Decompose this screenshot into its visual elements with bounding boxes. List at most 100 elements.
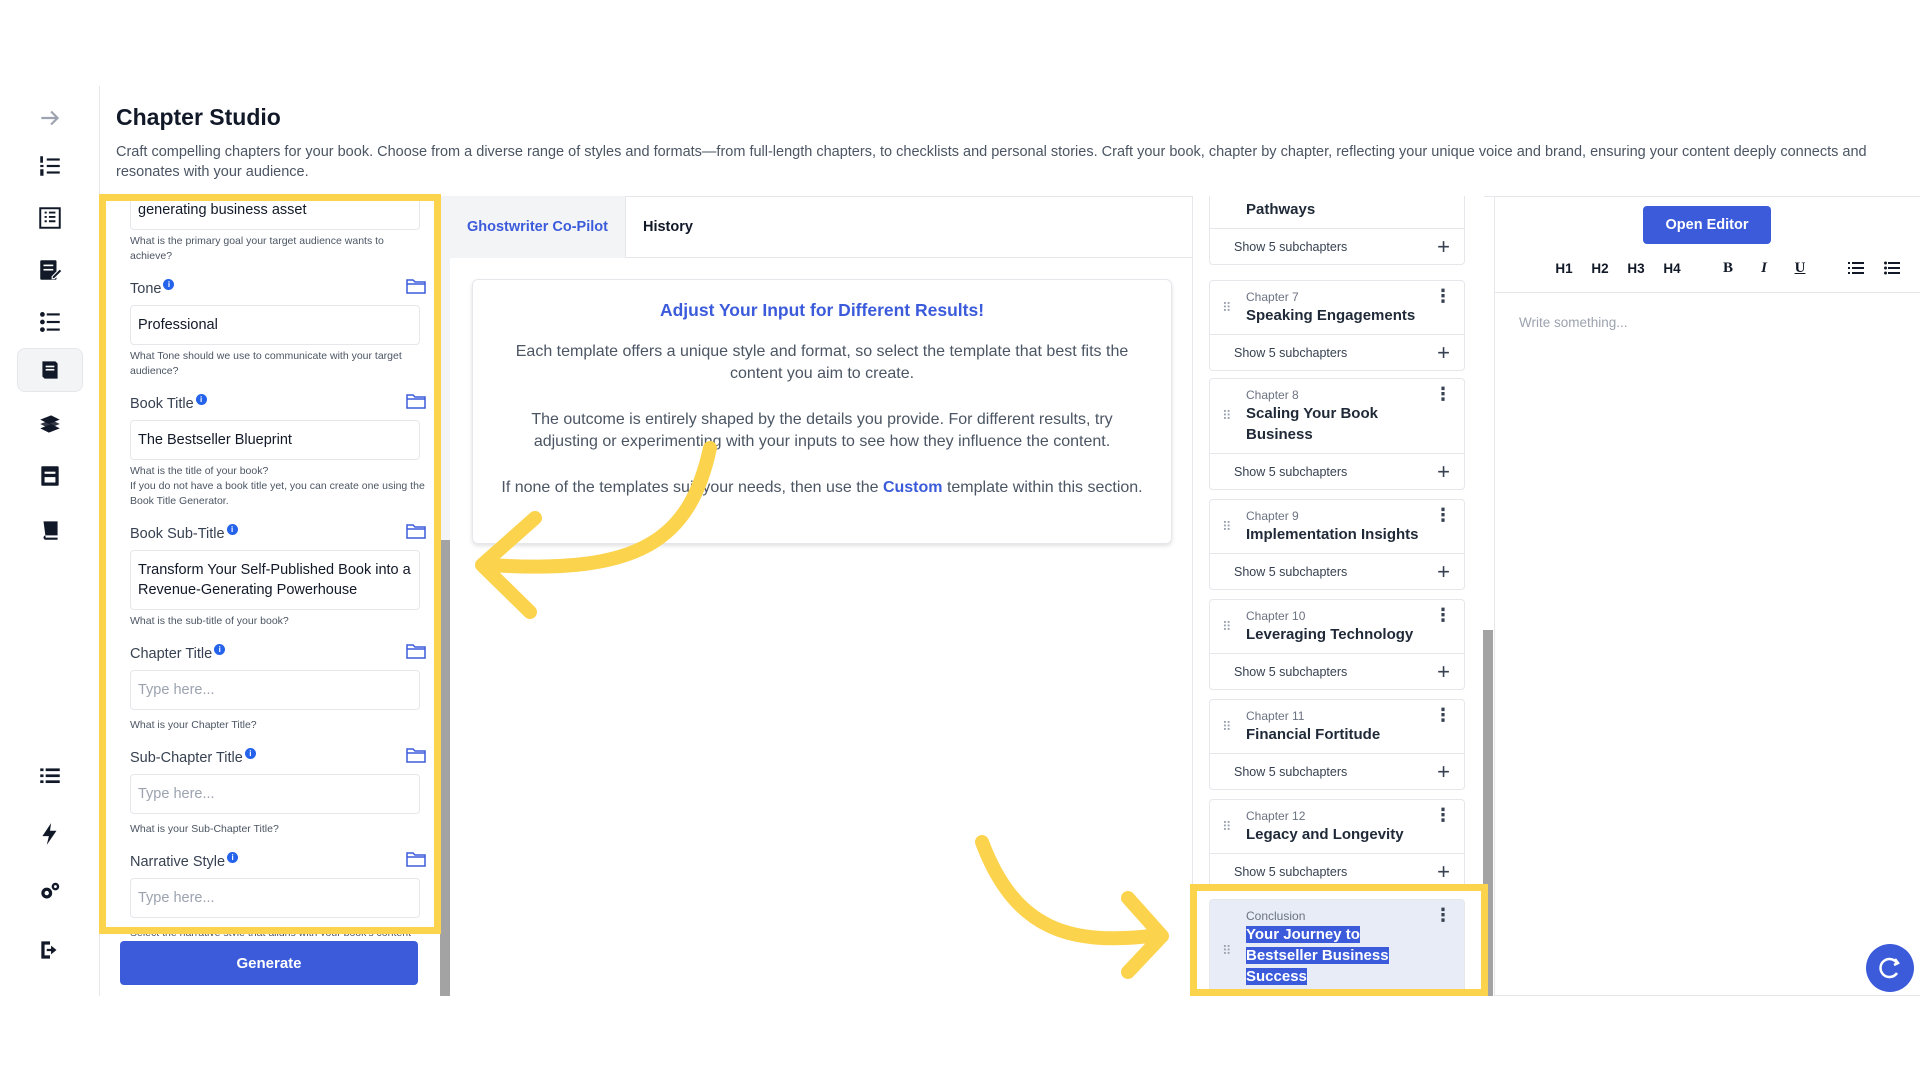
conclusion-card[interactable]: ⠿ Conclusion Your Journey to Bestseller … xyxy=(1209,899,1465,996)
italic-button[interactable]: I xyxy=(1751,256,1777,280)
tab-bar: Ghostwriter Co-Pilot History xyxy=(450,196,1192,258)
info-card-text: If none of the templates suit your needs… xyxy=(501,479,883,496)
subchapter-title-field[interactable]: Type here... xyxy=(130,774,420,814)
tab-history[interactable]: History xyxy=(626,196,710,258)
plus-icon[interactable]: + xyxy=(1437,340,1450,366)
list-icon[interactable] xyxy=(30,756,70,796)
info-icon[interactable]: i xyxy=(163,278,175,290)
arrow-right-icon[interactable] xyxy=(30,98,70,138)
chapter-card[interactable]: ⠿ Chapter 11 Financial Fortitude ⋮ Show … xyxy=(1209,699,1465,790)
checklist-icon[interactable] xyxy=(30,302,70,342)
books-stack-icon[interactable] xyxy=(30,404,70,444)
chapter-card[interactable]: Pathways Show 5 subchapters + xyxy=(1209,196,1465,265)
folder-icon[interactable] xyxy=(406,523,426,544)
numbered-list-icon[interactable] xyxy=(30,146,70,186)
plus-icon[interactable]: + xyxy=(1437,459,1450,485)
chapter-card[interactable]: ⠿ Chapter 7 Speaking Engagements ⋮ Show … xyxy=(1209,280,1465,371)
subchapter-title-label-text: Sub-Chapter Title xyxy=(130,749,243,766)
info-card-text: template within this section. xyxy=(942,479,1143,496)
kebab-menu-icon[interactable]: ⋮ xyxy=(1434,606,1452,624)
chapter-card[interactable]: ⠿ Chapter 10 Leveraging Technology ⋮ Sho… xyxy=(1209,599,1465,690)
show-subchapters[interactable]: Show 5 subchapters + xyxy=(1210,453,1464,489)
settings-icon[interactable] xyxy=(30,872,70,912)
goal-field[interactable]: generating business asset xyxy=(130,196,420,230)
info-icon[interactable]: i xyxy=(214,643,226,655)
kebab-menu-icon[interactable]: ⋮ xyxy=(1434,806,1452,824)
chapter-card[interactable]: ⠿ Chapter 9 Implementation Insights ⋮ Sh… xyxy=(1209,499,1465,590)
custom-link[interactable]: Custom xyxy=(883,479,943,496)
show-subchapters-label: Show 5 subchapters xyxy=(1234,864,1348,879)
editor-body[interactable]: Write something... xyxy=(1495,292,1920,996)
show-subchapters[interactable]: Show 5 subchapters + xyxy=(1210,653,1464,689)
book-subtitle-field[interactable]: Transform Your Self-Published Book into … xyxy=(130,550,420,610)
goal-help: What is the primary goal your target aud… xyxy=(130,235,384,262)
drag-handle-icon[interactable]: ⠿ xyxy=(1222,943,1231,959)
h3-button[interactable]: H3 xyxy=(1623,256,1649,280)
open-editor-button[interactable]: Open Editor xyxy=(1643,206,1771,244)
show-subchapters[interactable]: Show 5 subchapters + xyxy=(1210,853,1464,889)
chapter-title: Pathways xyxy=(1246,201,1316,218)
show-subchapters[interactable]: Show 5 subchapters + xyxy=(1210,553,1464,589)
folder-icon[interactable] xyxy=(406,393,426,414)
edit-document-icon[interactable] xyxy=(30,250,70,290)
plus-icon[interactable]: + xyxy=(1437,559,1450,585)
chapter-number: Chapter 11 xyxy=(1246,709,1305,723)
chapter-scrollbar-thumb[interactable] xyxy=(1483,630,1493,996)
drag-handle-icon[interactable]: ⠿ xyxy=(1222,408,1231,424)
folder-icon[interactable] xyxy=(406,278,426,299)
kebab-menu-icon[interactable]: ⋮ xyxy=(1434,706,1452,724)
form-scrollbar-thumb[interactable] xyxy=(440,540,450,996)
folder-icon[interactable] xyxy=(406,643,426,664)
help-chat-button[interactable] xyxy=(1866,944,1914,992)
kebab-menu-icon[interactable]: ⋮ xyxy=(1434,385,1452,403)
info-icon[interactable]: i xyxy=(195,393,207,405)
info-icon[interactable]: i xyxy=(226,523,238,535)
show-subchapters[interactable]: Show 5 subchapters + xyxy=(1210,334,1464,370)
underline-button[interactable]: U xyxy=(1787,256,1813,280)
info-icon[interactable]: i xyxy=(244,747,256,759)
lightning-icon[interactable] xyxy=(30,814,70,854)
info-icon[interactable]: i xyxy=(227,851,239,863)
kebab-menu-icon[interactable]: ⋮ xyxy=(1434,287,1452,305)
show-subchapters[interactable]: Show 5 subchapters + xyxy=(1210,228,1464,264)
book-title-field[interactable]: The Bestseller Blueprint xyxy=(130,420,420,460)
bullet-list-icon[interactable] xyxy=(1879,256,1905,280)
book-chapter-icon[interactable] xyxy=(17,348,83,392)
tone-field[interactable]: Professional xyxy=(130,305,420,345)
drag-handle-icon[interactable]: ⠿ xyxy=(1222,300,1231,316)
chapter-card[interactable]: ⠿ Chapter 8 Scaling Your Book Business ⋮… xyxy=(1209,378,1465,490)
chapter-title-label-text: Chapter Title xyxy=(130,645,213,662)
outline-icon[interactable] xyxy=(30,198,70,238)
tab-ghostwriter-copilot[interactable]: Ghostwriter Co-Pilot xyxy=(450,196,626,258)
drag-handle-icon[interactable]: ⠿ xyxy=(1222,819,1231,835)
drag-handle-icon[interactable]: ⠿ xyxy=(1222,719,1231,735)
chapter-number: Chapter 9 xyxy=(1246,509,1299,523)
chapter-title-field[interactable]: Type here... xyxy=(130,670,420,710)
folder-icon[interactable] xyxy=(406,747,426,768)
drag-handle-icon[interactable]: ⠿ xyxy=(1222,619,1231,635)
narrative-style-field[interactable]: Type here... xyxy=(130,878,420,918)
plus-icon[interactable]: + xyxy=(1437,659,1450,685)
book-icon[interactable] xyxy=(30,510,70,550)
kebab-menu-icon[interactable]: ⋮ xyxy=(1434,906,1452,924)
info-card-paragraph-1: Each template offers a unique style and … xyxy=(515,343,1129,382)
plus-icon[interactable]: + xyxy=(1437,759,1450,785)
archive-icon[interactable] xyxy=(30,456,70,496)
chapter-title: Implementation Insights xyxy=(1246,526,1419,543)
info-card: Adjust Your Input for Different Results!… xyxy=(472,279,1172,544)
show-subchapters[interactable]: Show 5 subchapters + xyxy=(1210,753,1464,789)
bold-button[interactable]: B xyxy=(1715,256,1741,280)
chapter-card[interactable]: ⠿ Chapter 12 Legacy and Longevity ⋮ Show… xyxy=(1209,799,1465,890)
drag-handle-icon[interactable]: ⠿ xyxy=(1222,519,1231,535)
logout-icon[interactable] xyxy=(30,930,70,970)
h1-button[interactable]: H1 xyxy=(1551,256,1577,280)
kebab-menu-icon[interactable]: ⋮ xyxy=(1434,506,1452,524)
plus-icon[interactable]: + xyxy=(1437,859,1450,885)
h4-button[interactable]: H4 xyxy=(1659,256,1685,280)
h2-button[interactable]: H2 xyxy=(1587,256,1613,280)
ordered-list-icon[interactable] xyxy=(1843,256,1869,280)
generate-button[interactable]: Generate xyxy=(120,941,418,985)
plus-icon[interactable]: + xyxy=(1437,234,1450,260)
show-subchapters-label: Show 5 subchapters xyxy=(1234,345,1348,360)
folder-icon[interactable] xyxy=(406,851,426,872)
